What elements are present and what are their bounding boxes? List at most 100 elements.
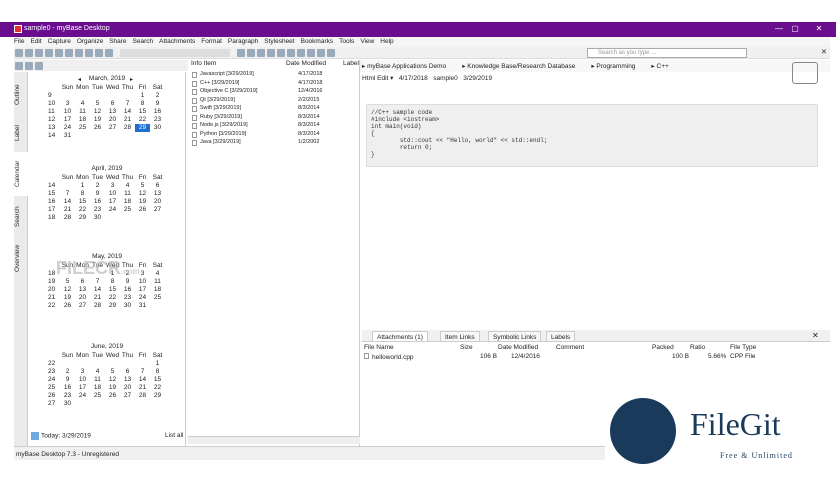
calendar-day[interactable]: 30 <box>120 302 135 310</box>
style-dropdown[interactable] <box>119 49 230 57</box>
calendar-day[interactable]: 18 <box>75 116 90 124</box>
calendar-day[interactable]: 9 <box>120 278 135 286</box>
calendar-day[interactable]: 23 <box>150 116 165 124</box>
horizontal-scrollbar[interactable] <box>188 436 360 444</box>
today-label[interactable]: Today: 3/29/2019 <box>31 432 91 440</box>
strike-icon[interactable] <box>276 49 285 57</box>
calendar-day[interactable]: 15 <box>135 108 150 116</box>
calendar-day[interactable]: 1 <box>75 182 90 190</box>
maximize-button[interactable]: ▢ <box>786 24 804 33</box>
calendar-day[interactable]: 7 <box>135 368 150 376</box>
calendar-day[interactable]: 14 <box>135 376 150 384</box>
calendar-day[interactable]: 26 <box>60 302 75 310</box>
menu-edit[interactable]: Edit <box>30 37 41 47</box>
calendar-day[interactable]: 21 <box>120 116 135 124</box>
calendar-day[interactable]: 11 <box>150 278 165 286</box>
calendar-day[interactable]: 6 <box>150 182 165 190</box>
calendar-day[interactable]: 23 <box>60 392 75 400</box>
calendar-day[interactable]: 16 <box>120 286 135 294</box>
calendar-day[interactable]: 8 <box>135 100 150 108</box>
calendar-day[interactable]: 28 <box>135 392 150 400</box>
view-icon[interactable] <box>75 49 83 57</box>
copy-icon[interactable] <box>95 49 103 57</box>
calendar-day[interactable]: 12 <box>105 376 120 384</box>
paste-icon[interactable] <box>105 49 113 57</box>
superscript-icon[interactable] <box>286 49 295 57</box>
calendar-day[interactable]: 3 <box>105 182 120 190</box>
calendar-day[interactable]: 8 <box>105 278 120 286</box>
next-month-icon[interactable]: ▸ <box>130 76 133 83</box>
print-icon[interactable] <box>45 49 53 57</box>
calendar-day[interactable]: 7 <box>90 278 105 286</box>
calendar-day[interactable]: 21 <box>90 294 105 302</box>
calendar-day[interactable]: 22 <box>75 206 90 214</box>
calendar-day[interactable]: 21 <box>135 384 150 392</box>
calendar-day[interactable]: 13 <box>105 108 120 116</box>
calendar-day[interactable]: 6 <box>75 278 90 286</box>
menu-search[interactable]: Search <box>133 37 154 47</box>
tab-item-links[interactable]: Item Links <box>440 331 480 342</box>
calendar-day[interactable]: 4 <box>75 100 90 108</box>
col-comment[interactable]: Comment <box>556 344 584 351</box>
calendar-day[interactable]: 15 <box>105 286 120 294</box>
code-block[interactable]: //C++ sample code #include <iostream> in… <box>366 104 818 167</box>
breadcrumb-item[interactable]: ▸ C++ <box>651 63 676 70</box>
font-color-icon[interactable] <box>236 49 245 57</box>
calendar-day[interactable]: 22 <box>150 384 165 392</box>
calendar-day[interactable]: 13 <box>120 376 135 384</box>
col-ratio[interactable]: Ratio <box>690 344 705 351</box>
calendar-day[interactable]: 7 <box>60 190 75 198</box>
subscript-icon[interactable] <box>296 49 305 57</box>
calendar-day[interactable]: 5 <box>105 368 120 376</box>
calendar-day[interactable]: 15 <box>75 198 90 206</box>
calendar-day[interactable]: 26 <box>90 124 105 132</box>
save-icon[interactable] <box>35 49 43 57</box>
calendar-day[interactable]: 23 <box>120 294 135 302</box>
attachment-file-name[interactable]: helloworld.cpp <box>364 353 414 361</box>
edit-mode-button[interactable]: Html Edit <box>362 75 388 82</box>
menu-view[interactable]: View <box>360 37 374 47</box>
info-item-row[interactable]: C++ [3/29/2019] 4/17/2018 <box>188 80 360 89</box>
calendar-day[interactable]: 14 <box>60 198 75 206</box>
calendar-day[interactable]: 22 <box>135 116 150 124</box>
close-button[interactable]: ✕ <box>810 24 828 33</box>
calendar-day[interactable]: 4 <box>150 270 165 278</box>
tab-search[interactable]: Search <box>14 200 28 234</box>
calendar-day[interactable]: 30 <box>90 214 105 222</box>
calendar-day[interactable]: 27 <box>105 124 120 132</box>
prev-month-icon[interactable]: ◂ <box>78 76 81 83</box>
calendar-day[interactable]: 18 <box>150 286 165 294</box>
calendar-day[interactable]: 9 <box>150 100 165 108</box>
calendar-day[interactable]: 17 <box>60 116 75 124</box>
col-date-modified[interactable]: Date Modified <box>286 60 326 67</box>
menu-help[interactable]: Help <box>380 37 393 47</box>
calendar-day[interactable]: 5 <box>135 182 150 190</box>
calendar-day[interactable]: 29 <box>75 214 90 222</box>
calendar-day[interactable]: 9 <box>60 376 75 384</box>
calendar-day[interactable]: 27 <box>120 392 135 400</box>
menu-attachments[interactable]: Attachments <box>159 37 195 47</box>
menu-file[interactable]: File <box>14 37 24 47</box>
calendar-day[interactable]: 26 <box>135 206 150 214</box>
tab-label[interactable]: Label <box>14 118 28 148</box>
calendar-day[interactable]: 18 <box>120 198 135 206</box>
tab-labels[interactable]: Labels <box>546 331 576 342</box>
menu-paragraph[interactable]: Paragraph <box>228 37 258 47</box>
cut-icon[interactable] <box>85 49 93 57</box>
info-item-row[interactable]: Node.js [3/29/2019] 8/3/2014 <box>188 122 360 131</box>
tab-symbolic-links[interactable]: Symbolic Links <box>488 331 542 342</box>
col-packed[interactable]: Packed <box>652 344 674 351</box>
info-item-row[interactable]: Swift [3/29/2019] 8/3/2014 <box>188 105 360 114</box>
col-size[interactable]: Size <box>460 344 473 351</box>
calendar-day[interactable]: 5 <box>60 278 75 286</box>
col-label[interactable]: Label <box>343 60 359 67</box>
calendar-day[interactable]: 16 <box>90 198 105 206</box>
italic-icon[interactable] <box>256 49 265 57</box>
search-close-icon[interactable]: ✕ <box>821 48 827 56</box>
calendar-day[interactable]: 2 <box>90 182 105 190</box>
calendar-day[interactable]: 3 <box>60 100 75 108</box>
calendar-day[interactable]: 5 <box>90 100 105 108</box>
calendar-day[interactable]: 24 <box>60 124 75 132</box>
calendar-day[interactable]: 1 <box>135 92 150 100</box>
calendar-day[interactable]: 11 <box>75 108 90 116</box>
